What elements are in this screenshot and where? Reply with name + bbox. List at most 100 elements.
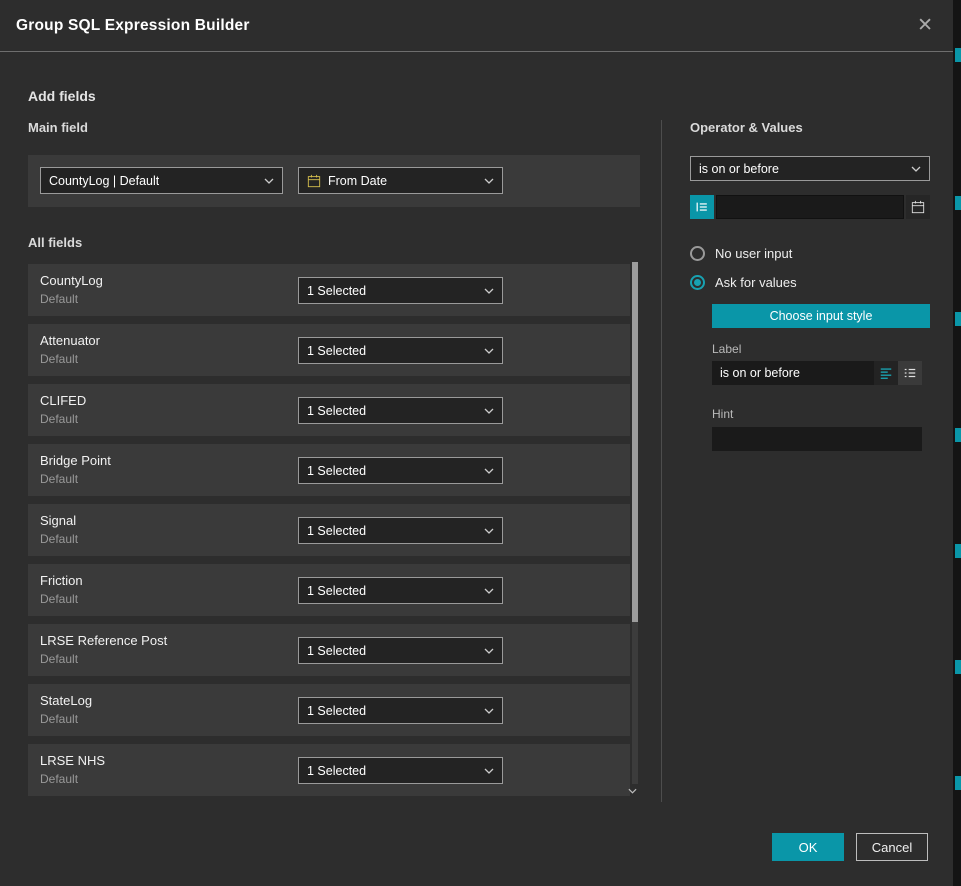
label-input[interactable] [712,361,874,385]
field-selected-value: 1 Selected [307,404,366,418]
field-name: Attenuator [40,333,100,348]
field-selected-value: 1 Selected [307,284,366,298]
field-selected-value: 1 Selected [307,704,366,718]
field-selected-dropdown[interactable]: 1 Selected [298,517,503,544]
field-name: StateLog [40,693,92,708]
field-row: Attenuator Default 1 Selected [28,324,630,376]
calendar-icon[interactable] [906,195,930,219]
main-field-panel: CountyLog | Default From Date [28,155,640,207]
field-layer: Default [40,292,78,306]
field-selected-value: 1 Selected [307,524,366,538]
date-value-input[interactable] [716,195,904,219]
dialog-footer: OK Cancel [772,833,928,861]
layer-select-value: CountyLog | Default [49,174,159,188]
operator-values-panel: Operator & Values is on or before No use… [690,120,930,451]
values-list-icon[interactable] [690,195,714,219]
background-accent-mark [955,48,961,62]
label-input-row [712,361,930,385]
field-name: Signal [40,513,76,528]
hint-caption: Hint [712,407,930,421]
operator-select[interactable]: is on or before [690,156,930,181]
hint-input[interactable] [712,427,922,451]
fields-column: Main field CountyLog | Default From Date… [28,120,640,804]
field-name: CountyLog [40,273,103,288]
label-caption: Label [712,342,930,356]
field-row: LRSE NHS Default 1 Selected [28,744,630,796]
field-selected-value: 1 Selected [307,464,366,478]
background-accent-mark [955,428,961,442]
radio-no-user-input-label: No user input [715,246,792,261]
radio-no-user-input[interactable]: No user input [690,243,930,263]
dialog-titlebar: Group SQL Expression Builder ✕ [0,0,953,52]
chevron-down-icon [484,588,494,594]
operator-select-value: is on or before [699,162,779,176]
field-selected-dropdown[interactable]: 1 Selected [298,397,503,424]
background-accent-mark [955,544,961,558]
field-selected-dropdown[interactable]: 1 Selected [298,577,503,604]
main-field-select-value: From Date [328,174,387,188]
field-layer: Default [40,532,78,546]
radio-circle-icon[interactable] [690,246,705,261]
main-field-label: Main field [28,120,640,135]
field-row: Bridge Point Default 1 Selected [28,444,630,496]
column-divider [661,120,662,802]
field-selected-value: 1 Selected [307,644,366,658]
chevron-down-icon [484,648,494,654]
scrollbar-thumb[interactable] [632,262,638,622]
field-selected-dropdown[interactable]: 1 Selected [298,757,503,784]
close-icon[interactable]: ✕ [913,14,937,37]
radio-ask-for-values-label: Ask for values [715,275,797,290]
field-layer: Default [40,652,78,666]
calendar-icon [307,174,321,188]
layer-select[interactable]: CountyLog | Default [40,167,283,194]
chevron-down-icon [484,408,494,414]
radio-selected-icon[interactable] [690,275,705,290]
background-accent-mark [955,196,961,210]
all-fields-list: CountyLog Default 1 Selected Attenuator … [28,264,630,796]
field-selected-dropdown[interactable]: 1 Selected [298,457,503,484]
align-left-icon[interactable] [874,361,898,385]
field-row: Signal Default 1 Selected [28,504,630,556]
chevron-down-icon [484,528,494,534]
field-name: Bridge Point [40,453,111,468]
field-selected-dropdown[interactable]: 1 Selected [298,337,503,364]
bullet-list-icon[interactable] [898,361,922,385]
field-row: CLIFED Default 1 Selected [28,384,630,436]
choose-input-style-button[interactable]: Choose input style [712,304,930,328]
chevron-down-icon [264,178,274,184]
operator-values-label: Operator & Values [690,120,930,135]
field-row: CountyLog Default 1 Selected [28,264,630,316]
field-selected-dropdown[interactable]: 1 Selected [298,697,503,724]
field-layer: Default [40,412,78,426]
group-sql-expression-builder-dialog: Group SQL Expression Builder ✕ Add field… [0,0,953,886]
main-field-select[interactable]: From Date [298,167,503,194]
chevron-down-icon [484,468,494,474]
field-selected-value: 1 Selected [307,764,366,778]
field-row: Friction Default 1 Selected [28,564,630,616]
scroll-down-icon[interactable] [628,788,637,794]
chevron-down-icon [484,708,494,714]
fields-scrollbar[interactable] [632,262,638,784]
field-selected-value: 1 Selected [307,344,366,358]
add-fields-heading: Add fields [28,88,96,104]
chevron-down-icon [484,178,494,184]
field-layer: Default [40,772,78,786]
cancel-button[interactable]: Cancel [856,833,928,861]
field-selected-dropdown[interactable]: 1 Selected [298,637,503,664]
all-fields-label: All fields [28,235,640,250]
chevron-down-icon [484,348,494,354]
field-name: CLIFED [40,393,86,408]
background-accent-mark [955,660,961,674]
dialog-title: Group SQL Expression Builder [16,17,250,35]
field-layer: Default [40,592,78,606]
field-name: LRSE Reference Post [40,633,167,648]
field-row: LRSE Reference Post Default 1 Selected [28,624,630,676]
chevron-down-icon [484,768,494,774]
background-accent-mark [955,776,961,790]
ok-button[interactable]: OK [772,833,844,861]
field-layer: Default [40,352,78,366]
field-layer: Default [40,712,78,726]
radio-ask-for-values[interactable]: Ask for values [690,272,930,292]
chevron-down-icon [911,166,921,172]
field-selected-dropdown[interactable]: 1 Selected [298,277,503,304]
